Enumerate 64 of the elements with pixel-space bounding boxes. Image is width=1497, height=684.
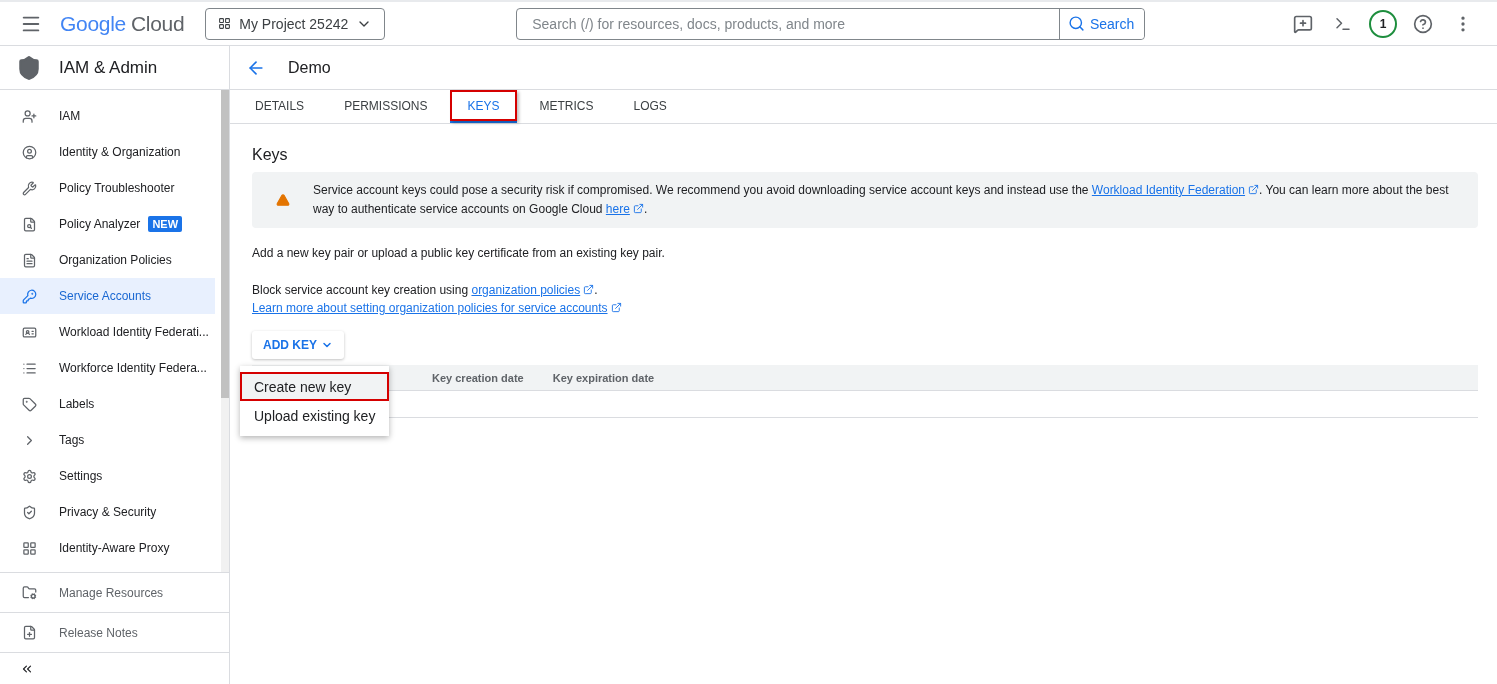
grid-icon bbox=[22, 540, 37, 556]
sidebar-item[interactable]: Settings bbox=[0, 458, 221, 494]
search-button[interactable]: Search bbox=[1058, 8, 1145, 39]
sidebar-item[interactable]: Labels bbox=[0, 386, 221, 422]
intro-text: Add a new key pair or upload a public key certificate from an existing key pair. bbox=[252, 246, 666, 260]
page-title: Demo bbox=[288, 58, 331, 77]
tab[interactable]: KEYS bbox=[450, 90, 517, 123]
id-card-icon bbox=[22, 324, 37, 340]
project-picker[interactable]: My Project 25242 bbox=[205, 7, 386, 40]
document-icon bbox=[22, 252, 37, 268]
shield-icon bbox=[22, 504, 37, 520]
warning-icon bbox=[276, 193, 290, 207]
external-link-icon bbox=[632, 203, 644, 214]
wrench-icon bbox=[22, 180, 37, 196]
search-icon bbox=[1067, 15, 1085, 32]
sidebar-item[interactable]: Privacy & Security bbox=[0, 494, 221, 530]
search-field[interactable]: Search (/) for resources, docs, products, and more Search bbox=[516, 7, 1146, 40]
text-link[interactable]: Workload Identity Federation bbox=[1091, 183, 1260, 197]
sidebar-item[interactable]: Policy Troubleshooter bbox=[0, 170, 221, 206]
sidebar-item[interactable]: Manage Resources bbox=[0, 572, 229, 612]
tab[interactable]: METRICS bbox=[522, 90, 611, 123]
text-link[interactable]: organization policies bbox=[471, 283, 595, 297]
sidebar-item[interactable]: Tags bbox=[0, 422, 221, 458]
menu-item[interactable]: Create new key bbox=[240, 372, 390, 401]
column-header: Key creation date bbox=[432, 371, 524, 384]
sidebar-title: IAM & Admin bbox=[59, 57, 158, 78]
document-plus-icon bbox=[22, 625, 37, 640]
add-key-button[interactable]: ADD KEY bbox=[252, 331, 344, 359]
person-add-icon bbox=[22, 108, 37, 124]
sidebar-item[interactable]: Identity & Organization bbox=[0, 134, 221, 170]
list-icon bbox=[22, 360, 37, 376]
tab[interactable]: PERMISSIONS bbox=[327, 90, 445, 123]
policy-text: Block service account key creation using organization policies . bbox=[252, 282, 599, 299]
folder-gear-icon bbox=[22, 585, 37, 600]
external-link-icon bbox=[1248, 184, 1260, 195]
new-badge: NEW bbox=[148, 216, 183, 232]
gear-icon bbox=[22, 468, 37, 484]
tab[interactable]: LOGS bbox=[616, 90, 684, 123]
document-search-icon bbox=[22, 216, 37, 232]
column-header: Key expiration date bbox=[552, 371, 655, 384]
tag-icon bbox=[22, 396, 37, 412]
learn-more-link[interactable]: Learn more about setting organization policies for service accounts bbox=[252, 301, 622, 315]
scrollbar[interactable] bbox=[221, 90, 229, 572]
grid-icon bbox=[218, 17, 232, 30]
text-link[interactable]: here bbox=[605, 202, 644, 216]
external-link-icon bbox=[583, 284, 595, 295]
sidebar-item[interactable]: Workforce Identity Federa... bbox=[0, 350, 221, 386]
shield-icon bbox=[16, 54, 42, 81]
highlight-frame bbox=[450, 90, 517, 121]
notification-count[interactable]: 1 bbox=[1369, 9, 1397, 38]
warning-text: Service account keys could pose a security risk if compromised. We recommend you avoid downloading service account keys and instead use the Workload Identity Federation . You can learn more about the best way to authenticate service accounts on Google Cloud here . bbox=[313, 182, 1450, 218]
tab[interactable]: DETAILS bbox=[238, 90, 322, 123]
account-circle-icon bbox=[22, 144, 37, 160]
sidebar-item[interactable]: Service Accounts bbox=[0, 278, 215, 314]
menu-item[interactable]: Upload existing key bbox=[240, 401, 390, 430]
external-link-icon bbox=[610, 302, 622, 313]
key-card-icon bbox=[22, 288, 37, 304]
sidebar-item[interactable]: Policy Analyzer NEW bbox=[0, 206, 221, 242]
section-heading: Keys bbox=[252, 146, 289, 164]
sidebar-item[interactable]: Organization Policies bbox=[0, 242, 221, 278]
sidebar-item[interactable]: Workload Identity Federati... bbox=[0, 314, 221, 350]
sidebar-item[interactable]: Identity-Aware Proxy bbox=[0, 530, 221, 566]
sidebar-item[interactable]: IAM bbox=[0, 98, 221, 134]
logo[interactable]: Google Cloud bbox=[60, 11, 185, 36]
